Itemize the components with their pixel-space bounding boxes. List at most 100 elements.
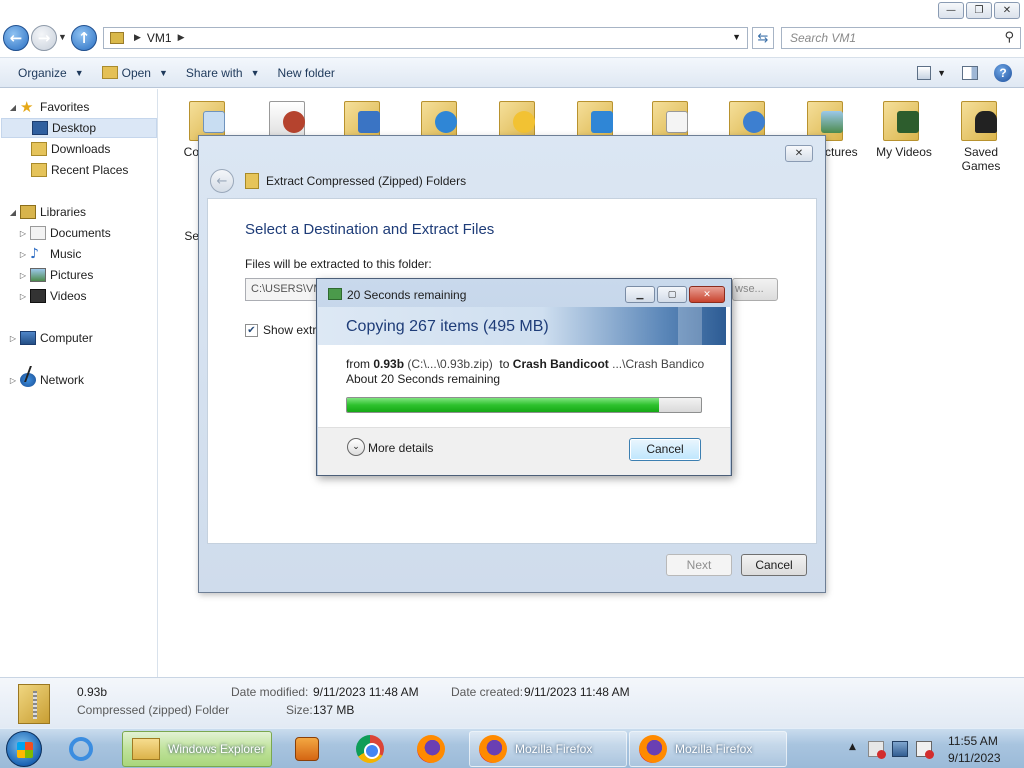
browse-button[interactable]: wse... [732, 278, 778, 301]
maximize-button[interactable]: ❐ [966, 2, 992, 19]
collapse-arrow-icon[interactable]: ▷ [18, 292, 28, 301]
recent-places-icon [31, 163, 47, 177]
from-word: from [346, 357, 370, 371]
wizard-cancel-button[interactable]: Cancel [741, 554, 807, 576]
wizard-back-button[interactable]: ← [210, 169, 234, 193]
nav-network[interactable]: ▷ Network [8, 370, 84, 390]
destination-path-input[interactable]: C:\USERS\VM [245, 278, 325, 301]
change-view-icon[interactable] [917, 66, 932, 80]
close-button[interactable]: ✕ [689, 286, 725, 303]
open-button[interactable]: Open ▼ [101, 66, 168, 80]
monitor-icon [358, 111, 380, 133]
progress-fill [347, 398, 659, 412]
show-hidden-icons-icon[interactable]: ▲ [849, 742, 856, 752]
alert-icon [877, 750, 886, 759]
chevron-down-icon: ▼ [250, 67, 260, 78]
copy-progress-dialog: 20 Seconds remaining ▁ ▢ ✕ Copying 267 i… [316, 278, 732, 476]
destination-label: Files will be extracted to this folder: [245, 257, 432, 271]
selected-file-type: Compressed (zipped) Folder [77, 703, 230, 717]
expand-arrow-icon[interactable]: ◢ [8, 208, 18, 217]
nav-music-label: Music [50, 247, 82, 261]
windows-explorer-icon [132, 738, 160, 760]
window-titlebar: — ❐ ✕ [0, 0, 1024, 22]
firefox-icon [639, 735, 667, 763]
nav-documents-label: Documents [50, 226, 111, 240]
more-details-toggle[interactable]: More details [368, 441, 433, 455]
folder-item[interactable] [883, 95, 925, 141]
nav-libraries[interactable]: ◢ Libraries [8, 202, 86, 222]
close-button[interactable]: ✕ [994, 2, 1020, 19]
taskbar-firefox-window-1[interactable]: Mozilla Firefox [469, 731, 627, 767]
folder-label-saved-games[interactable]: Saved Games [949, 145, 1013, 173]
expand-arrow-icon[interactable]: ◢ [8, 103, 18, 112]
breadcrumb-vm1[interactable]: VM1 [147, 31, 172, 45]
taskbar-media-player[interactable] [286, 731, 342, 767]
taskbar-firefox-window-2[interactable]: Mozilla Firefox [629, 731, 787, 767]
collapse-arrow-icon[interactable]: ▷ [8, 334, 18, 343]
nav-pictures[interactable]: ▷ Pictures [18, 265, 93, 285]
preview-pane-icon[interactable] [962, 66, 978, 80]
taskbar-ie[interactable] [60, 731, 118, 767]
chrome-icon [356, 735, 384, 763]
nav-pictures-label: Pictures [50, 268, 94, 282]
wizard-close-button[interactable]: ✕ [785, 145, 813, 162]
view-dropdown-icon[interactable]: ▼ [937, 68, 946, 78]
refresh-button[interactable]: ⇆ [752, 27, 774, 49]
collapse-arrow-icon[interactable]: ▷ [8, 376, 18, 385]
taskbar-chrome[interactable] [347, 731, 403, 767]
search-input[interactable]: Search VM1 ⚲ [781, 27, 1021, 49]
minimize-button[interactable]: — [938, 2, 964, 19]
chevron-down-icon[interactable]: ⌄ [347, 438, 365, 456]
clock-date[interactable]: 9/11/2023 [948, 751, 1001, 765]
taskbar-firefox[interactable] [408, 731, 464, 767]
nav-computer[interactable]: ▷ Computer [8, 328, 93, 348]
copy-source-dest: from 0.93b (C:\...\0.93b.zip) to Crash B… [346, 357, 706, 371]
address-dropdown-icon[interactable]: ▼ [732, 32, 741, 42]
nav-libraries-label: Libraries [40, 205, 87, 219]
folder-label-my-videos[interactable]: My Videos [864, 145, 944, 159]
volume-muted-icon[interactable] [916, 741, 934, 759]
pictures-icon [30, 268, 46, 282]
taskbar-windows-explorer[interactable]: Windows Explorer [122, 731, 272, 767]
folder-item[interactable] [961, 95, 1003, 141]
wizard-heading: Select a Destination and Extract Files [245, 221, 495, 238]
next-button[interactable]: Next [666, 554, 732, 576]
collapse-arrow-icon[interactable]: ▷ [18, 250, 28, 259]
nav-favorites[interactable]: ◢ ★ Favorites [8, 97, 89, 117]
source-name[interactable]: 0.93b [373, 357, 404, 371]
up-button[interactable]: ↑ [71, 25, 97, 51]
videos-icon [30, 289, 46, 303]
copy-cancel-button[interactable]: Cancel [629, 438, 701, 461]
new-folder-button[interactable]: New folder [278, 66, 335, 80]
nav-music[interactable]: ▷ ♪ Music [18, 244, 81, 264]
start-button[interactable] [6, 731, 42, 767]
show-extracted-checkbox[interactable]: ✔ [245, 324, 258, 337]
nav-recent-places[interactable]: Recent Places [29, 160, 128, 180]
forward-button[interactable]: → [31, 25, 57, 51]
computer-icon [20, 331, 36, 345]
copy-progress-bar [346, 397, 702, 413]
back-button[interactable]: ← [3, 25, 29, 51]
nav-downloads[interactable]: Downloads [29, 139, 110, 159]
help-icon[interactable]: ? [994, 64, 1012, 82]
maximize-button[interactable]: ▢ [657, 286, 687, 303]
address-bar[interactable]: ▶ VM1 ▶ ▼ [103, 27, 748, 49]
banner-decoration [678, 307, 702, 345]
search-icon[interactable]: ⚲ [1004, 30, 1014, 45]
nav-documents[interactable]: ▷ Documents [18, 223, 111, 243]
share-with-button[interactable]: Share with ▼ [186, 66, 260, 80]
collapse-arrow-icon[interactable]: ▷ [18, 229, 28, 238]
nav-videos[interactable]: ▷ Videos [18, 286, 86, 306]
clock-time[interactable]: 11:55 AM [948, 734, 998, 748]
breadcrumb-arrow-icon[interactable]: ▶ [134, 33, 141, 43]
history-dropdown-icon[interactable]: ▼ [58, 32, 67, 42]
network-status-icon[interactable] [892, 741, 908, 757]
source-path: (C:\...\0.93b.zip) [407, 357, 493, 371]
destination-name[interactable]: Crash Bandicoot [513, 357, 609, 371]
nav-desktop[interactable]: Desktop [1, 118, 157, 138]
action-center-icon[interactable] [868, 741, 886, 759]
breadcrumb-arrow-icon[interactable]: ▶ [178, 33, 185, 43]
minimize-button[interactable]: ▁ [625, 286, 655, 303]
organize-button[interactable]: Organize ▼ [18, 66, 84, 80]
collapse-arrow-icon[interactable]: ▷ [18, 271, 28, 280]
